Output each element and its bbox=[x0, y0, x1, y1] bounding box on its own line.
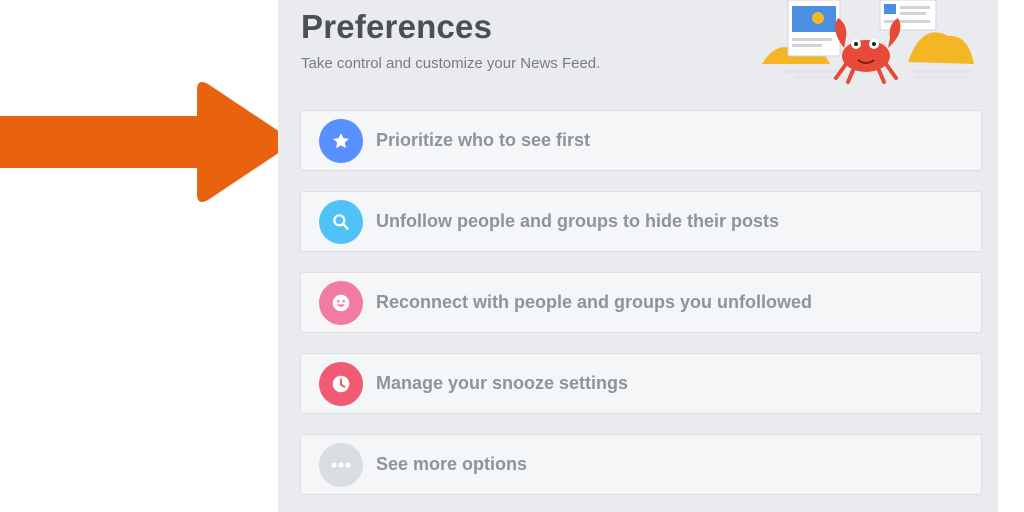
smiley-icon bbox=[319, 281, 363, 325]
page-title: Preferences bbox=[301, 8, 493, 45]
option-reconnect-with-people-and-groups[interactable]: Reconnect with people and groups you unf… bbox=[300, 272, 982, 333]
screenshot-stage: Preferences Take control and customize y… bbox=[0, 0, 1024, 512]
option-label: Reconnect with people and groups you unf… bbox=[376, 292, 813, 312]
clock-icon bbox=[319, 362, 363, 406]
more-dots-icon bbox=[319, 443, 363, 487]
option-unfollow-people-and-groups[interactable]: Unfollow people and groups to hide their… bbox=[300, 191, 982, 252]
option-prioritize-who-to-see-first[interactable]: Prioritize who to see first bbox=[300, 110, 982, 171]
option-manage-snooze-settings[interactable]: Manage your snooze settings bbox=[300, 353, 982, 414]
page-subtitle: Take control and customize your News Fee… bbox=[301, 55, 601, 72]
option-label: See more options bbox=[376, 454, 528, 474]
orange-arrow-pointer bbox=[0, 82, 289, 202]
search-icon bbox=[319, 200, 363, 244]
option-label: Prioritize who to see first bbox=[376, 130, 591, 150]
option-label: Unfollow people and groups to hide their… bbox=[376, 211, 779, 231]
option-label: Manage your snooze settings bbox=[376, 373, 629, 393]
preferences-options-list: Prioritize who to see first Unfollow peo… bbox=[300, 110, 982, 512]
star-icon bbox=[319, 119, 363, 163]
option-see-more-options[interactable]: See more options bbox=[300, 434, 982, 495]
crab-illustration bbox=[762, 0, 974, 84]
news-feed-preferences-panel: Preferences Take control and customize y… bbox=[278, 0, 998, 512]
